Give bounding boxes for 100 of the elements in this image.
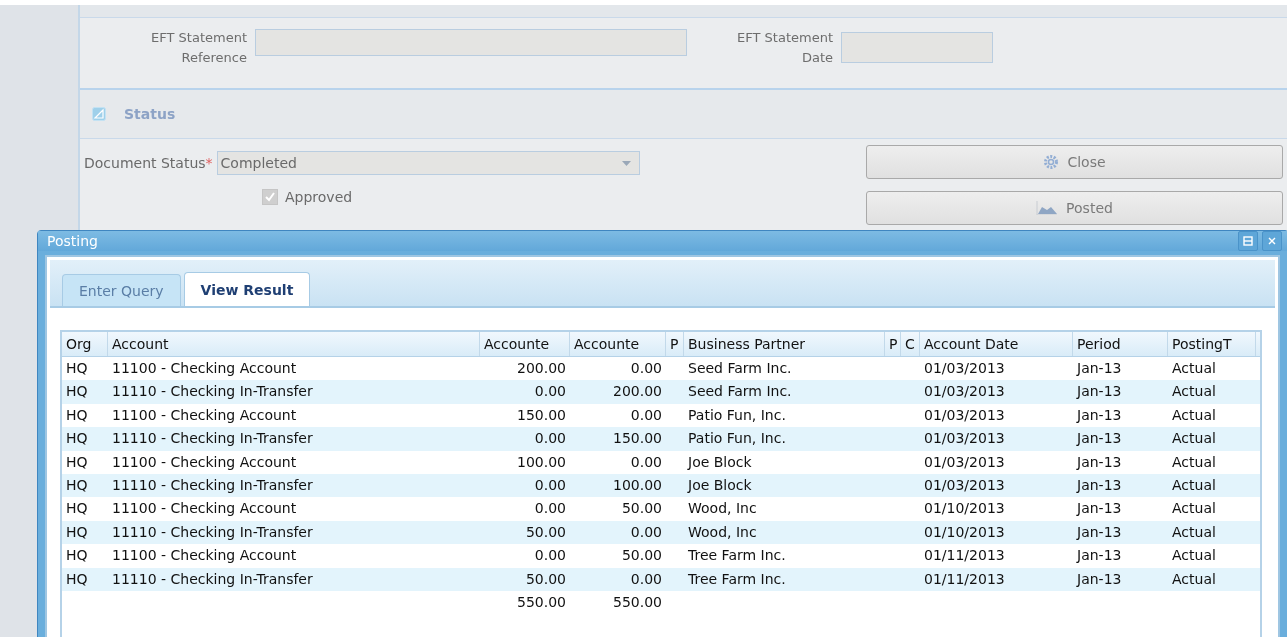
date-cell-text: 01/10/2013 [923, 522, 1006, 542]
org-cell-text: HQ [65, 429, 89, 449]
credit-cell-text: 0.00 [629, 359, 663, 378]
section-title: Status [124, 106, 176, 122]
type-cell-text: Actual [1171, 429, 1217, 449]
partner-cell-text: Patio Fun, Inc. [687, 429, 787, 449]
period-cell-text: Jan-13 [1075, 382, 1123, 402]
window-title: Posting [47, 233, 98, 249]
tab[interactable]: View Result [183, 272, 311, 306]
period-cell-text: Jan-13 [1075, 569, 1123, 589]
partner-cell-text: Tree Farm Inc. [687, 546, 787, 566]
credit-cell-text: 0.00 [629, 452, 663, 472]
account-cell-text: 11100 - Checking Account [111, 405, 298, 425]
date-cell-text: 01/03/2013 [923, 475, 1006, 495]
total-cell-text: 550.00 [516, 592, 567, 612]
date-cell-text: 01/03/2013 [923, 405, 1006, 425]
org-cell-text: HQ [65, 522, 89, 542]
type-cell-text: Actual [1171, 499, 1217, 519]
date-cell-text: 01/03/2013 [923, 382, 1006, 402]
org-cell-text: HQ [65, 382, 89, 402]
column-header[interactable]: PostingT [1168, 332, 1256, 356]
gear-icon [1043, 154, 1060, 170]
partner-cell-text: Seed Farm Inc. [687, 359, 793, 378]
partner-cell-text: Patio Fun, Inc. [687, 405, 787, 425]
field-label: Document Status* [84, 155, 213, 171]
column-header[interactable]: Business Partner [684, 332, 885, 356]
period-cell-text: Jan-13 [1075, 429, 1123, 449]
org-cell-text: HQ [65, 569, 89, 589]
credit-cell-text: 50.00 [620, 499, 663, 519]
debit-cell-text: 100.00 [516, 452, 567, 472]
account-cell-text: 11100 - Checking Account [111, 359, 298, 378]
account-cell-text: 11110 - Checking In-Transfer [111, 475, 314, 495]
type-cell-text: Actual [1171, 475, 1217, 495]
account-cell-text: 11110 - Checking In-Transfer [111, 382, 314, 402]
date-cell-text: 01/03/2013 [923, 429, 1006, 449]
period-cell-text: Jan-13 [1075, 359, 1123, 378]
credit-cell-text: 0.00 [629, 522, 663, 542]
column-header[interactable]: Accounte [480, 332, 570, 356]
checkbox[interactable] [262, 189, 278, 205]
maximize-icon [1243, 236, 1253, 246]
org-cell-text: HQ [65, 405, 89, 425]
date-cell-text: 01/03/2013 [923, 452, 1006, 472]
account-cell-text: 11110 - Checking In-Transfer [111, 429, 314, 449]
partner-cell-text: Wood, Inc [687, 522, 758, 542]
date-cell-text: 01/10/2013 [923, 499, 1006, 519]
column-header[interactable]: Account [108, 332, 480, 356]
debit-cell-text: 50.00 [524, 569, 567, 589]
debit-cell-text: 0.00 [533, 475, 567, 495]
column-header[interactable]: P [885, 332, 901, 356]
column-header[interactable]: Accounte [570, 332, 666, 356]
period-cell-text: Jan-13 [1075, 405, 1123, 425]
date-cell-text: 01/11/2013 [923, 546, 1006, 566]
period-cell-text: Jan-13 [1075, 452, 1123, 472]
period-cell-text: Jan-13 [1075, 499, 1123, 519]
partner-cell-text: Wood, Inc [687, 499, 758, 519]
credit-cell-text: 200.00 [612, 382, 663, 402]
column-header[interactable]: Account Date [920, 332, 1073, 356]
debit-cell-text: 0.00 [533, 546, 567, 566]
credit-cell-text: 150.00 [612, 429, 663, 449]
account-cell-text: 11100 - Checking Account [111, 452, 298, 472]
input-field[interactable] [841, 32, 993, 63]
debit-cell-text: 0.00 [533, 429, 567, 449]
close-icon [1268, 237, 1276, 245]
org-cell-text: HQ [65, 546, 89, 566]
partner-cell-text: Joe Block [686, 475, 753, 495]
type-cell-text: Actual [1171, 359, 1217, 378]
type-cell-text: Actual [1171, 522, 1217, 542]
partner-cell-text: Seed Farm Inc. [687, 382, 793, 402]
caret-icon [621, 160, 631, 166]
org-cell-text: HQ [65, 475, 89, 495]
column-header[interactable]: P [666, 332, 684, 356]
partner-cell-text: Tree Farm Inc. [687, 569, 787, 589]
period-cell-text: Jan-13 [1075, 546, 1123, 566]
credit-cell-text: 0.00 [629, 569, 663, 589]
debit-cell-text: 50.00 [524, 522, 567, 542]
column-header[interactable]: Org [62, 332, 108, 356]
input-field[interactable] [255, 29, 687, 56]
account-cell-text: 11100 - Checking Account [111, 499, 298, 519]
period-cell-text: Jan-13 [1075, 522, 1123, 542]
close-button[interactable]: Close [866, 145, 1283, 179]
type-cell-text: Actual [1171, 405, 1217, 425]
collapse-icon[interactable] [92, 107, 106, 121]
org-cell-text: HQ [65, 359, 89, 378]
period-cell-text: Jan-13 [1075, 475, 1123, 495]
account-cell-text: 11110 - Checking In-Transfer [111, 522, 314, 542]
posted-button[interactable]: Posted [866, 191, 1283, 225]
credit-cell-text: 100.00 [612, 475, 663, 495]
column-header[interactable]: Period [1073, 332, 1168, 356]
account-cell-text: 11100 - Checking Account [111, 546, 298, 566]
debit-cell-text: 150.00 [516, 405, 567, 425]
debit-cell-text: 200.00 [516, 359, 567, 378]
close-button[interactable] [1262, 231, 1282, 251]
field-label: EFT Statement Date [736, 29, 833, 67]
total-cell-text: 550.00 [612, 592, 663, 612]
type-cell-text: Actual [1171, 452, 1217, 472]
status-dropdown[interactable]: Completed [216, 151, 640, 175]
checkbox-label: Approved [285, 189, 353, 205]
credit-cell-text: 50.00 [620, 546, 663, 566]
maximize-button[interactable] [1238, 231, 1258, 251]
column-header[interactable]: C [901, 332, 920, 356]
